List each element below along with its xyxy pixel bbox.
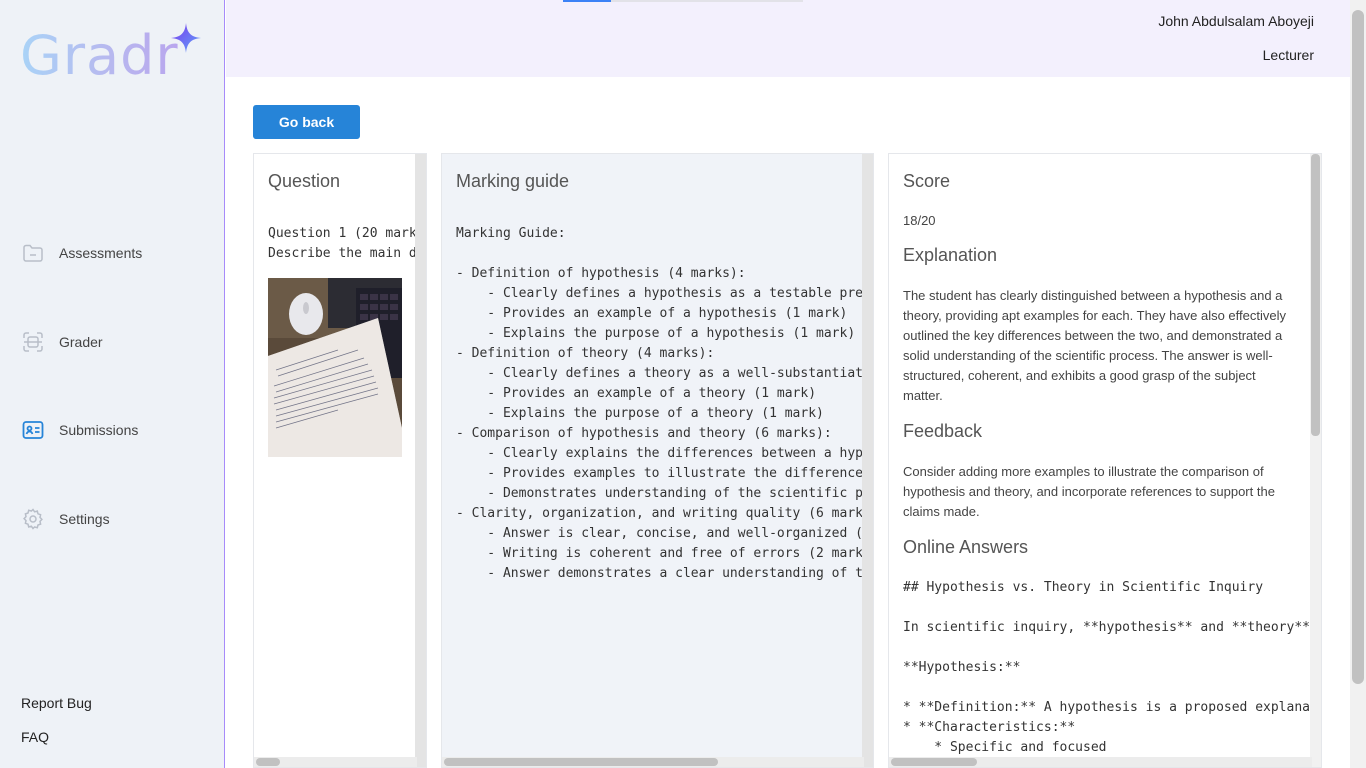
user-role: Lecturer — [1262, 47, 1314, 63]
page-scrollbar[interactable] — [1350, 0, 1366, 768]
score-panel[interactable]: Score 18/20 Explanation The student has … — [888, 153, 1322, 768]
sidebar-item-label: Submissions — [59, 422, 139, 438]
score-value: 18/20 — [903, 213, 936, 228]
explanation-text: The student has clearly distinguished be… — [903, 288, 1286, 403]
gradr-logo[interactable]: Gradr — [20, 22, 210, 88]
gear-icon — [23, 508, 43, 530]
explanation-title: Explanation — [903, 245, 998, 265]
page-scroll-thumb[interactable] — [1352, 10, 1364, 684]
sidebar-item-label: Settings — [59, 511, 110, 527]
question-horizontal-scrollbar[interactable] — [254, 757, 417, 767]
marking-guide-title: Marking guide — [456, 171, 570, 191]
guide-vertical-scrollbar[interactable] — [862, 154, 873, 767]
feedback-text: Consider adding more examples to illustr… — [903, 464, 1275, 519]
scan-icon — [23, 332, 43, 352]
sidebar-item-label: Grader — [59, 334, 103, 350]
sidebar-item-settings[interactable]: Settings — [21, 507, 110, 531]
logo-text: Gradr — [20, 24, 179, 87]
online-answers-text: ## Hypothesis vs. Theory in Scientific I… — [903, 580, 1318, 755]
sidebar-item-submissions[interactable]: Submissions — [21, 418, 138, 442]
sidebar: Gradr Assessments Grader Submissions Set… — [0, 0, 225, 768]
scroll-thumb[interactable] — [1311, 154, 1320, 436]
tab-indicator — [563, 0, 611, 2]
feedback-title: Feedback — [903, 421, 983, 441]
submission-photo-image — [268, 278, 402, 457]
sidebar-item-assessments[interactable]: Assessments — [21, 241, 142, 265]
sidebar-item-label: Assessments — [59, 245, 143, 261]
report-bug-link[interactable]: Report Bug — [21, 695, 92, 711]
sidebar-item-grader[interactable]: Grader — [21, 330, 103, 354]
sparkle-icon — [171, 23, 201, 53]
faq-link[interactable]: FAQ — [21, 729, 49, 745]
scroll-thumb[interactable] — [444, 758, 718, 766]
scroll-thumb[interactable] — [891, 758, 977, 766]
header: John Abdulsalam Aboyeji Lecturer — [226, 0, 1350, 77]
folder-icon — [23, 244, 43, 262]
go-back-button[interactable]: Go back — [253, 105, 360, 139]
score-horizontal-scrollbar[interactable] — [889, 757, 1312, 767]
question-vertical-scrollbar[interactable] — [415, 154, 426, 767]
submission-photo[interactable] — [268, 278, 402, 457]
marking-guide-text: Marking Guide: - Definition of hypothesi… — [456, 226, 871, 581]
guide-horizontal-scrollbar[interactable] — [442, 757, 864, 767]
marking-guide-panel[interactable]: Marking guide Marking Guide: - Definitio… — [441, 153, 874, 768]
online-answers-title: Online Answers — [903, 537, 1029, 557]
question-panel[interactable]: Question Question 1 (20 marks) Describe … — [253, 153, 427, 768]
scroll-thumb[interactable] — [256, 758, 280, 766]
score-vertical-scrollbar[interactable] — [1310, 154, 1321, 767]
question-text: Question 1 (20 marks) Describe the main … — [268, 226, 426, 261]
score-title: Score — [903, 171, 951, 191]
user-name: John Abdulsalam Aboyeji — [1158, 13, 1314, 29]
question-title: Question — [268, 171, 341, 191]
id-card-icon — [22, 421, 44, 439]
